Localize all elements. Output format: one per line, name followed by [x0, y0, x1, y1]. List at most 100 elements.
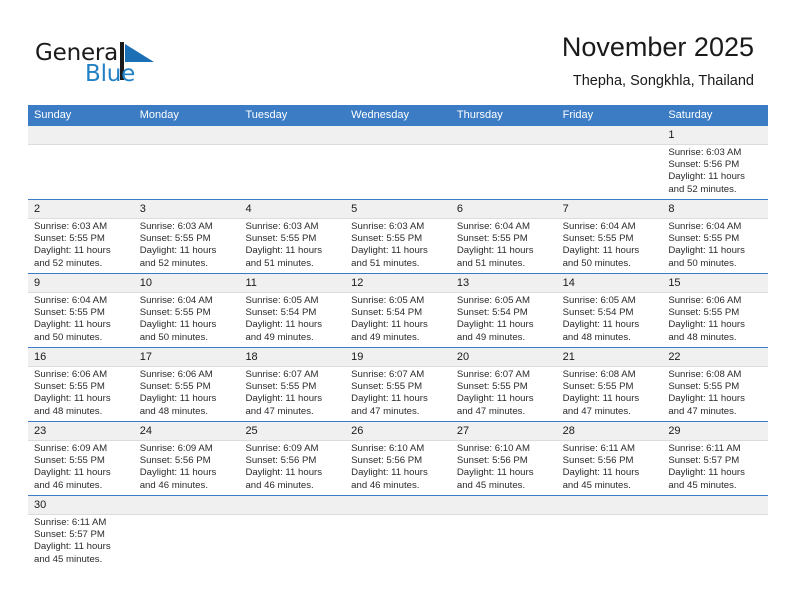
- day-detail-line: Sunrise: 6:04 AM: [139, 295, 213, 306]
- day-number-empty: [28, 126, 134, 144]
- day-number[interactable]: 4: [239, 200, 345, 218]
- calendar-week-row: 16 17 18 19 20 21 22 Sunrise: 6:06 AM Sunset: 5:…: [28, 347, 768, 421]
- day-number[interactable]: 6: [451, 200, 557, 218]
- day-number[interactable]: 15: [662, 274, 768, 292]
- title-block: November 2025 Thepha, Songkhla, Thailand: [562, 30, 754, 92]
- day-cell-empty: [134, 515, 240, 569]
- day-cell[interactable]: Sunrise: 6:05 AM Sunset: 5:54 PM Daylight:…: [345, 293, 451, 347]
- day-cell[interactable]: Sunrise: 6:04 AM Sunset: 5:55 PM Daylight:…: [134, 293, 240, 347]
- day-detail-line: and 48 minutes.: [139, 405, 208, 417]
- day-cell[interactable]: Sunrise: 6:10 AM Sunset: 5:56 PM Daylight:…: [345, 441, 451, 495]
- day-cell[interactable]: Sunrise: 6:04 AM Sunset: 5:55 PM Daylight:…: [662, 219, 768, 273]
- day-cell[interactable]: Sunrise: 6:03 AM Sunset: 5:56 PM Daylight:…: [662, 145, 768, 199]
- day-cell[interactable]: Sunrise: 6:06 AM Sunset: 5:55 PM Daylight:…: [28, 367, 134, 421]
- day-detail-line: Sunrise: 6:03 AM: [34, 221, 108, 232]
- day-number[interactable]: 20: [451, 348, 557, 366]
- day-detail-line: and 50 minutes.: [34, 331, 103, 343]
- weekday-header-wednesday: Wednesday: [351, 109, 410, 121]
- day-cell[interactable]: Sunrise: 6:03 AM Sunset: 5:55 PM Daylight:…: [28, 219, 134, 273]
- day-detail-line: Daylight: 11 hours: [139, 467, 217, 479]
- weekday-header-monday: Monday: [139, 109, 179, 121]
- day-cell[interactable]: Sunrise: 6:09 AM Sunset: 5:56 PM Daylight:…: [134, 441, 240, 495]
- day-detail-line: Daylight: 11 hours: [245, 393, 323, 405]
- day-cell[interactable]: Sunrise: 6:11 AM Sunset: 5:57 PM Daylight:…: [28, 515, 134, 569]
- day-detail-line: Sunset: 5:55 PM: [456, 381, 528, 393]
- day-cell[interactable]: Sunrise: 6:09 AM Sunset: 5:55 PM Daylight:…: [28, 441, 134, 495]
- day-detail-line: and 52 minutes.: [34, 257, 103, 269]
- day-cell[interactable]: Sunrise: 6:06 AM Sunset: 5:55 PM Daylight:…: [662, 293, 768, 347]
- day-cell[interactable]: Sunrise: 6:05 AM Sunset: 5:54 PM Daylight:…: [557, 293, 663, 347]
- day-number[interactable]: 17: [134, 348, 240, 366]
- day-cell[interactable]: Sunrise: 6:03 AM Sunset: 5:55 PM Daylight:…: [239, 219, 345, 273]
- day-cell[interactable]: Sunrise: 6:07 AM Sunset: 5:55 PM Daylight:…: [345, 367, 451, 421]
- day-detail-line: Sunset: 5:54 PM: [245, 307, 317, 319]
- day-number[interactable]: 11: [239, 274, 345, 292]
- day-number[interactable]: 8: [662, 200, 768, 218]
- day-detail-line: Daylight: 11 hours: [245, 467, 323, 479]
- day-detail-line: Sunrise: 6:03 AM: [245, 221, 319, 232]
- day-cell[interactable]: Sunrise: 6:04 AM Sunset: 5:55 PM Daylight:…: [28, 293, 134, 347]
- day-number[interactable]: 1: [662, 126, 768, 144]
- day-number[interactable]: 26: [345, 422, 451, 440]
- day-cell[interactable]: Sunrise: 6:11 AM Sunset: 5:56 PM Daylight:…: [557, 441, 663, 495]
- day-number[interactable]: 18: [239, 348, 345, 366]
- day-number[interactable]: 27: [451, 422, 557, 440]
- day-cell[interactable]: Sunrise: 6:09 AM Sunset: 5:56 PM Daylight:…: [239, 441, 345, 495]
- day-number[interactable]: 10: [134, 274, 240, 292]
- day-detail-line: and 47 minutes.: [245, 405, 314, 417]
- day-cell[interactable]: Sunrise: 6:08 AM Sunset: 5:55 PM Daylight:…: [662, 367, 768, 421]
- day-number[interactable]: 23: [28, 422, 134, 440]
- day-cell[interactable]: Sunrise: 6:05 AM Sunset: 5:54 PM Daylight:…: [239, 293, 345, 347]
- day-number[interactable]: 29: [662, 422, 768, 440]
- day-cell[interactable]: Sunrise: 6:11 AM Sunset: 5:57 PM Daylight:…: [662, 441, 768, 495]
- day-detail-line: Sunset: 5:55 PM: [456, 233, 528, 245]
- day-number[interactable]: 24: [134, 422, 240, 440]
- day-number-empty: [134, 126, 240, 144]
- day-number[interactable]: 2: [28, 200, 134, 218]
- day-number[interactable]: 3: [134, 200, 240, 218]
- general-blue-logo[interactable]: General Blue: [35, 40, 215, 92]
- day-cell[interactable]: Sunrise: 6:06 AM Sunset: 5:55 PM Daylight:…: [134, 367, 240, 421]
- day-detail-line: Sunrise: 6:04 AM: [562, 221, 636, 232]
- day-cell-empty: [28, 145, 134, 199]
- day-number[interactable]: 30: [28, 496, 134, 514]
- weekday-header-row: Sunday Monday Tuesday Wednesday Thursday Frid…: [28, 105, 768, 126]
- day-detail-line: Sunrise: 6:06 AM: [668, 295, 742, 306]
- day-number[interactable]: 13: [451, 274, 557, 292]
- day-cell[interactable]: Sunrise: 6:03 AM Sunset: 5:55 PM Daylight:…: [134, 219, 240, 273]
- day-cell[interactable]: Sunrise: 6:03 AM Sunset: 5:55 PM Daylight:…: [345, 219, 451, 273]
- day-number-empty: [451, 496, 557, 514]
- day-number-empty: [345, 496, 451, 514]
- day-number[interactable]: 25: [239, 422, 345, 440]
- day-cell[interactable]: Sunrise: 6:10 AM Sunset: 5:56 PM Daylight:…: [451, 441, 557, 495]
- day-number[interactable]: 7: [557, 200, 663, 218]
- day-number[interactable]: 22: [662, 348, 768, 366]
- day-number-empty: [662, 496, 768, 514]
- day-cell[interactable]: Sunrise: 6:07 AM Sunset: 5:55 PM Daylight:…: [239, 367, 345, 421]
- day-number[interactable]: 16: [28, 348, 134, 366]
- day-cell[interactable]: Sunrise: 6:07 AM Sunset: 5:55 PM Daylight:…: [451, 367, 557, 421]
- day-cell[interactable]: Sunrise: 6:04 AM Sunset: 5:55 PM Daylight:…: [451, 219, 557, 273]
- day-detail-line: Sunrise: 6:03 AM: [351, 221, 425, 232]
- day-detail-line: Sunrise: 6:03 AM: [139, 221, 213, 232]
- day-number[interactable]: 5: [345, 200, 451, 218]
- day-cell[interactable]: Sunrise: 6:05 AM Sunset: 5:54 PM Daylight:…: [451, 293, 557, 347]
- day-number[interactable]: 28: [557, 422, 663, 440]
- calendar-table: Sunday Monday Tuesday Wednesday Thursday Frid…: [28, 105, 768, 569]
- day-detail-line: Sunrise: 6:09 AM: [34, 443, 108, 454]
- day-number[interactable]: 19: [345, 348, 451, 366]
- day-number[interactable]: 12: [345, 274, 451, 292]
- day-detail-line: Sunrise: 6:09 AM: [139, 443, 213, 454]
- day-detail-line: Sunrise: 6:10 AM: [351, 443, 425, 454]
- day-number[interactable]: 21: [557, 348, 663, 366]
- day-cell-empty: [557, 145, 663, 199]
- day-cell[interactable]: Sunrise: 6:04 AM Sunset: 5:55 PM Daylight:…: [557, 219, 663, 273]
- day-number[interactable]: 9: [28, 274, 134, 292]
- weekday-header-tuesday: Tuesday: [245, 109, 288, 121]
- day-cell[interactable]: Sunrise: 6:08 AM Sunset: 5:55 PM Daylight:…: [557, 367, 663, 421]
- day-detail-line: Daylight: 11 hours: [139, 245, 217, 257]
- day-cell-empty: [345, 145, 451, 199]
- day-detail-line: Sunrise: 6:11 AM: [34, 517, 107, 528]
- day-number-empty: [451, 126, 557, 144]
- day-number[interactable]: 14: [557, 274, 663, 292]
